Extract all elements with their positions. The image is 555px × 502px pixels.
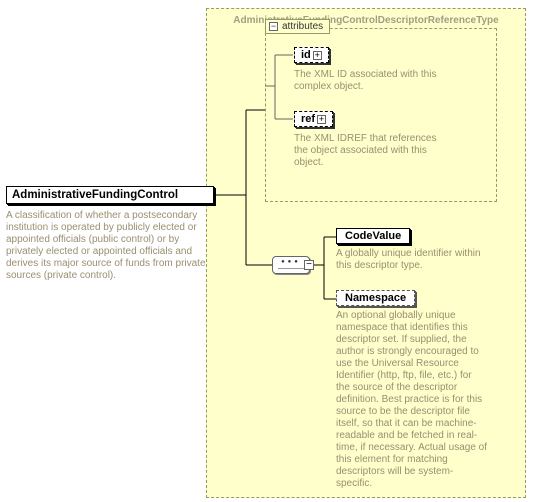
root-element-description: A classification of whether a postsecond… <box>6 210 214 282</box>
attribute-ref-description: The XML IDREF that references the object… <box>294 133 444 169</box>
schema-diagram: AdministrativeFundingControlDescriptorRe… <box>0 0 555 502</box>
root-element-label: AdministrativeFundingControl <box>7 187 213 203</box>
attributes-tab[interactable]: − attributes <box>265 19 330 34</box>
sequence-compositor[interactable]: ●●● − <box>272 256 310 274</box>
attribute-ref-label: ref <box>301 113 315 125</box>
attribute-ref[interactable]: ref + <box>294 111 333 127</box>
root-element[interactable]: AdministrativeFundingControl <box>6 186 214 204</box>
attribute-id-description: The XML ID associated with this complex … <box>294 69 444 93</box>
plus-icon: + <box>317 115 326 124</box>
attribute-id-label: id <box>301 49 311 61</box>
element-namespace-description: An optional globally unique namespace th… <box>336 310 488 490</box>
minus-icon: − <box>269 22 278 31</box>
reference-type-title: AdministrativeFundingControlDescriptorRe… <box>207 15 525 26</box>
sequence-line-icon <box>278 268 304 269</box>
element-namespace-label: Namespace <box>345 292 406 304</box>
attributes-container: − attributes id + The XML ID associated … <box>265 28 497 202</box>
element-codevalue-description: A globally unique identifier within this… <box>336 248 488 272</box>
minus-icon: − <box>304 260 314 270</box>
element-namespace[interactable]: Namespace <box>336 290 415 306</box>
sequence-dots-icon: ●●● <box>281 259 301 265</box>
plus-icon: + <box>313 51 322 60</box>
element-codevalue[interactable]: CodeValue <box>336 228 410 244</box>
attributes-tab-label: attributes <box>282 21 323 32</box>
attribute-id[interactable]: id + <box>294 47 329 63</box>
element-codevalue-label: CodeValue <box>345 230 401 242</box>
